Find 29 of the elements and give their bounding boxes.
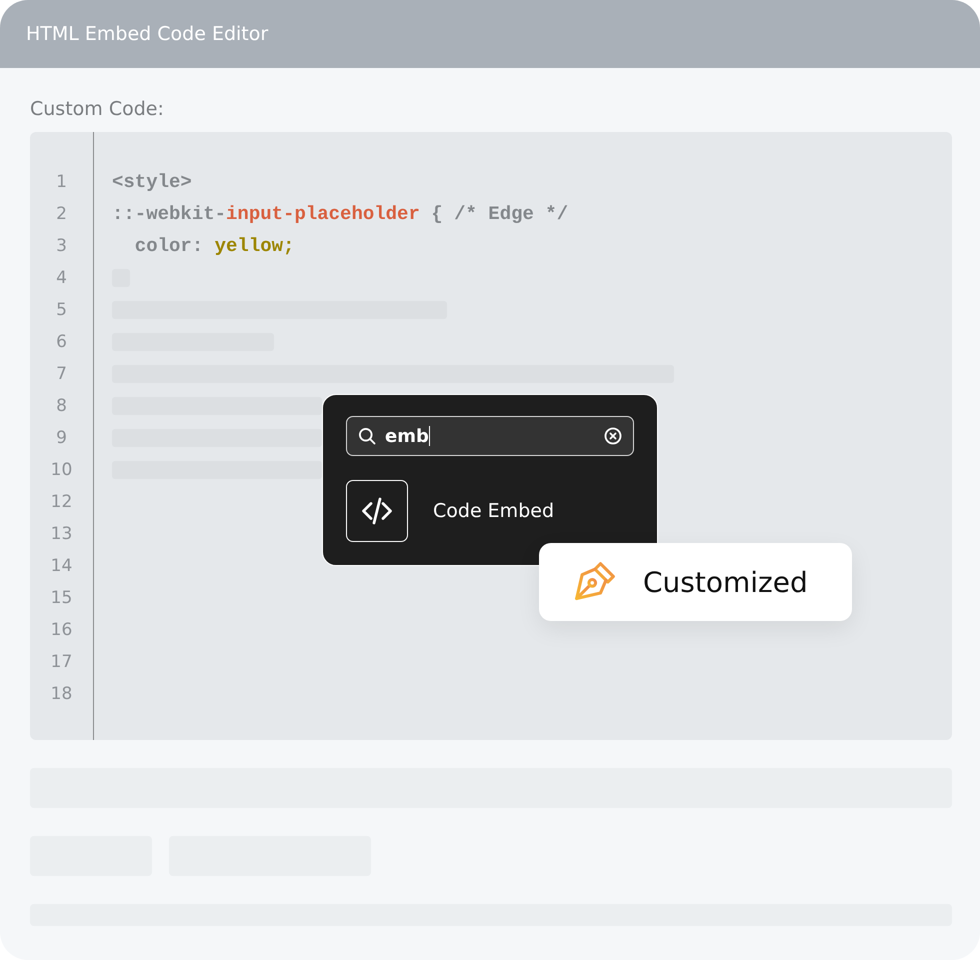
search-field[interactable]: emb bbox=[346, 416, 634, 456]
code-line: ::-webkit-input-placeholder { /* Edge */ bbox=[112, 203, 568, 225]
line-number: 1 bbox=[56, 171, 67, 194]
field-label: Custom Code: bbox=[30, 98, 165, 120]
line-number: 10 bbox=[50, 459, 72, 482]
window-title: HTML Embed Code Editor bbox=[26, 23, 268, 45]
line-number: 2 bbox=[56, 203, 67, 226]
line-number: 8 bbox=[56, 395, 67, 418]
clear-icon[interactable] bbox=[603, 426, 623, 446]
search-icon bbox=[357, 426, 377, 446]
line-number: 7 bbox=[56, 363, 67, 386]
line-number: 15 bbox=[50, 587, 72, 610]
line-number: 5 bbox=[56, 299, 67, 322]
line-number: 16 bbox=[50, 619, 72, 642]
search-input[interactable]: emb bbox=[385, 426, 595, 446]
status-label: Customized bbox=[643, 566, 808, 598]
line-number: 17 bbox=[50, 651, 72, 674]
line-number: 14 bbox=[50, 555, 72, 578]
line-number: 9 bbox=[56, 427, 67, 450]
code-icon bbox=[346, 480, 408, 542]
line-number: 13 bbox=[50, 523, 72, 546]
code-line: color: yellow; bbox=[134, 235, 294, 257]
line-number: 3 bbox=[56, 235, 67, 258]
result-item[interactable]: Code Embed bbox=[433, 500, 554, 522]
line-number: 12 bbox=[50, 491, 72, 514]
line-number: 6 bbox=[56, 331, 67, 354]
line-number: 18 bbox=[50, 683, 72, 706]
code-line: <style> bbox=[112, 171, 192, 193]
line-number: 4 bbox=[56, 267, 67, 290]
